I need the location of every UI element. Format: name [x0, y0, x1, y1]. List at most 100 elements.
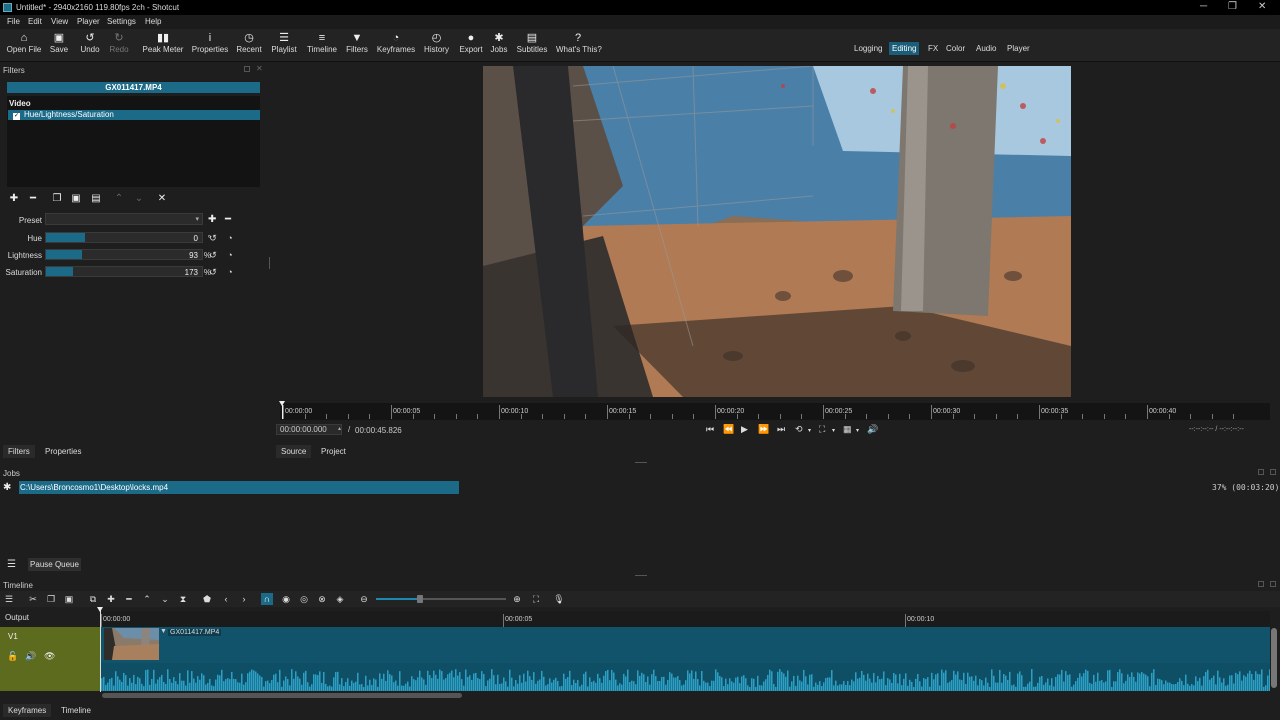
filter-item-hue-lightness-saturation[interactable]: ✓ Hue/Lightness/Saturation: [8, 110, 260, 120]
minimize-button[interactable]: ─: [1200, 1, 1207, 12]
close-panel-icon[interactable]: [1270, 581, 1276, 587]
splitter-handle[interactable]: [635, 575, 647, 576]
timeline-horizontal-scrollbar[interactable]: [102, 693, 462, 698]
fast-forward-icon[interactable]: ⏩: [758, 424, 769, 435]
tab-source[interactable]: Source: [276, 445, 312, 458]
restore-button[interactable]: ❐: [1228, 1, 1237, 12]
current-timecode[interactable]: 00:00:00.000: [276, 424, 342, 435]
menu-player[interactable]: Player: [77, 17, 100, 26]
tab-properties[interactable]: Properties: [40, 445, 86, 458]
menu-settings[interactable]: Settings: [107, 17, 136, 26]
layout-logging[interactable]: Logging: [851, 42, 885, 55]
tab-project[interactable]: Project: [316, 445, 351, 458]
hue-reset-icon[interactable]: ↺: [208, 233, 218, 243]
copy-icon[interactable]: ❐: [45, 593, 57, 605]
subtitles-button[interactable]: ▤ Subtitles: [515, 31, 549, 54]
lightness-reset-icon[interactable]: ↺: [208, 250, 218, 260]
mute-icon[interactable]: 🔊: [25, 651, 36, 662]
zoom-slider[interactable]: [376, 595, 506, 603]
tab-keyframes[interactable]: Keyframes: [3, 704, 52, 717]
lock-icon[interactable]: 🔓: [7, 651, 18, 662]
close-panel-icon[interactable]: [1270, 469, 1276, 475]
snap-icon[interactable]: ∩: [261, 593, 273, 605]
layout-color[interactable]: Color: [943, 42, 968, 55]
marker-icon[interactable]: ⬟: [201, 593, 213, 605]
eye-icon[interactable]: 👁: [44, 651, 55, 662]
cut-icon[interactable]: ✂: [27, 593, 39, 605]
close-button[interactable]: ✕: [1258, 1, 1266, 12]
remove-icon[interactable]: ━: [123, 593, 135, 605]
zoom-fit-icon[interactable]: ⛶: [819, 424, 825, 435]
float-panel-button[interactable]: [1258, 469, 1264, 475]
lightness-slider[interactable]: 93%: [45, 249, 211, 260]
add-icon[interactable]: ✚: [105, 593, 117, 605]
overwrite-icon[interactable]: ⌄: [159, 593, 171, 605]
open-file-button[interactable]: ⌂ Open File: [6, 31, 42, 54]
playhead-marker[interactable]: [97, 607, 103, 612]
zoom-slider-handle[interactable]: [417, 595, 423, 603]
history-button[interactable]: ◴ History: [422, 31, 451, 54]
paste-icon[interactable]: ▣: [63, 593, 75, 605]
export-button[interactable]: ● Export: [457, 31, 485, 54]
timeline-vertical-scrollbar[interactable]: [1271, 628, 1277, 688]
timecode-spinner-icon[interactable]: ▴: [338, 425, 341, 432]
zoom-dropdown-icon[interactable]: ▾: [832, 427, 835, 434]
tab-timeline[interactable]: Timeline: [56, 704, 96, 717]
float-panel-button[interactable]: [1258, 581, 1264, 587]
undo-button[interactable]: ↺ Undo: [78, 31, 102, 54]
saturation-keyframe-icon[interactable]: ◔: [225, 267, 235, 277]
preset-dropdown[interactable]: ▾: [45, 213, 203, 225]
scrub-icon[interactable]: ◉: [280, 593, 292, 605]
keyframes-button[interactable]: ◔ Keyframes: [376, 31, 416, 54]
whats-this-button[interactable]: ? What's This?: [556, 31, 602, 54]
tab-filters[interactable]: Filters: [3, 445, 35, 458]
delete-preset-button[interactable]: ━: [225, 214, 231, 225]
copy-filters-icon[interactable]: ❐: [51, 193, 63, 205]
skip-previous-icon[interactable]: ⏮: [706, 424, 714, 435]
recent-button[interactable]: ◷ Recent: [235, 31, 263, 54]
playhead[interactable]: [279, 401, 286, 420]
skip-next-icon[interactable]: ⏭: [777, 424, 785, 435]
remove-filter-button[interactable]: ━: [27, 193, 39, 205]
float-panel-button[interactable]: [244, 66, 250, 72]
layout-audio[interactable]: Audio: [973, 42, 999, 55]
saturation-slider[interactable]: 173%: [45, 266, 211, 277]
ripple-all-icon[interactable]: ⊗: [316, 593, 328, 605]
rewind-icon[interactable]: ⏪: [723, 424, 734, 435]
menu-view[interactable]: View: [51, 17, 68, 26]
layout-editing[interactable]: Editing: [889, 42, 920, 55]
saturation-reset-icon[interactable]: ↺: [208, 267, 218, 277]
player-ruler[interactable]: 00:00:00 00:00:05 00:00:10 00:00:15 00:00:20…: [280, 403, 1270, 420]
jobs-button[interactable]: ✱ Jobs: [489, 31, 509, 54]
zoom-out-icon[interactable]: ⊖: [358, 593, 370, 605]
split-icon[interactable]: ⧗: [177, 593, 189, 605]
loop-icon[interactable]: ⟲: [795, 424, 803, 435]
track-header-v1[interactable]: V1 🔓 🔊 👁: [0, 627, 100, 691]
grid-dropdown-icon[interactable]: ▾: [856, 427, 859, 434]
timeline-ruler[interactable]: 00:00:00 00:00:05 00:00:10: [100, 611, 1270, 627]
ripple-markers-icon[interactable]: ◈: [334, 593, 346, 605]
play-icon[interactable]: ▶: [741, 424, 748, 435]
volume-icon[interactable]: 🔊: [867, 424, 878, 435]
ripple-icon[interactable]: ◎: [298, 593, 310, 605]
filters-button[interactable]: ▼ Filters: [344, 31, 370, 54]
zoom-in-icon[interactable]: ⊕: [511, 593, 523, 605]
pause-queue-button[interactable]: Pause Queue: [28, 558, 81, 571]
save-button[interactable]: ▣ Save: [48, 31, 70, 54]
next-marker-icon[interactable]: ›: [238, 593, 250, 605]
loop-dropdown-icon[interactable]: ▾: [808, 427, 811, 434]
peak-meter-button[interactable]: ▮▮ Peak Meter: [141, 31, 185, 54]
menu-edit[interactable]: Edit: [28, 17, 42, 26]
hue-slider[interactable]: 0 °: [45, 232, 211, 243]
job-row[interactable]: C:\Users\Broncosmo1\Desktop\locks.mp4: [19, 481, 459, 494]
layout-fx[interactable]: FX: [925, 42, 941, 55]
splitter-handle[interactable]: [269, 257, 270, 269]
filter-enabled-checkbox[interactable]: ✓: [13, 113, 20, 120]
layout-player[interactable]: Player: [1004, 42, 1033, 55]
close-panel-icon[interactable]: ✕: [256, 64, 263, 73]
properties-button[interactable]: i Properties: [191, 31, 229, 54]
lightness-keyframe-icon[interactable]: ◔: [225, 250, 235, 260]
add-filter-button[interactable]: ✚: [8, 193, 20, 205]
redo-button[interactable]: ↻ Redo: [107, 31, 131, 54]
grid-icon[interactable]: ▦: [843, 424, 852, 435]
